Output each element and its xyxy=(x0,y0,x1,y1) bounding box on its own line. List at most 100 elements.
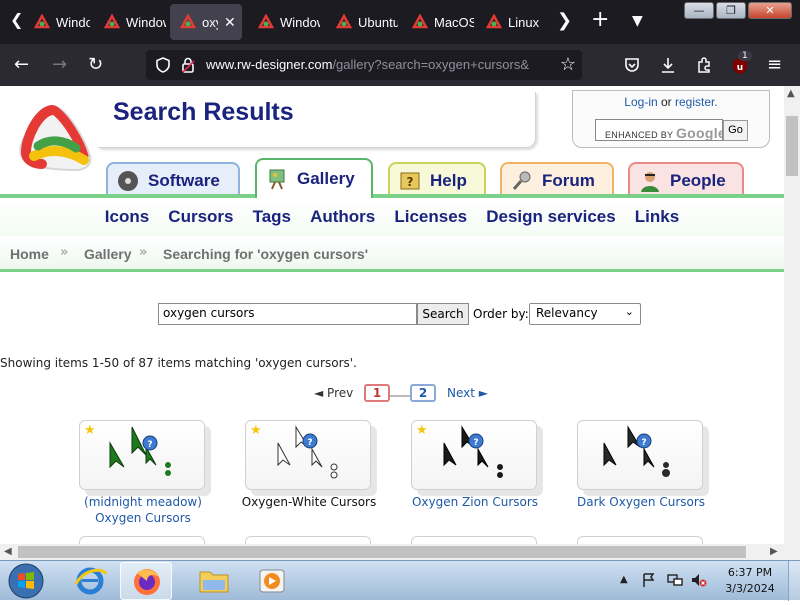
tab-title: Windows xyxy=(126,14,166,30)
taskbar-firefox[interactable] xyxy=(120,562,172,600)
help-book-icon: ? xyxy=(400,172,420,190)
tab-strip: ❮ Windows Windows oxygen ✕ Windows Ubunt… xyxy=(0,0,800,44)
google-search-input[interactable]: ENHANCED BY Google xyxy=(595,119,723,141)
results-summary: Showing items 1-50 of 87 items matching … xyxy=(0,356,357,370)
rw-designer-logo[interactable] xyxy=(14,98,98,178)
horizontal-scroll-thumb[interactable] xyxy=(18,546,746,558)
gallery-item-title[interactable]: Oxygen-White Cursors xyxy=(239,494,379,510)
subnav-cursors[interactable]: Cursors xyxy=(168,207,233,227)
close-tab-icon[interactable]: ✕ xyxy=(224,14,236,31)
maximize-button[interactable]: ❐ xyxy=(716,2,746,19)
gallery-item-card-partial[interactable] xyxy=(411,536,537,544)
address-bar[interactable]: www.rw-designer.com/gallery?search=oxyge… xyxy=(146,50,582,80)
vertical-scrollbar[interactable]: ▲ xyxy=(784,86,800,544)
order-by-select[interactable]: Relevancy ⌄ xyxy=(529,303,641,325)
lock-icon[interactable] xyxy=(180,56,196,74)
subnav-icons[interactable]: Icons xyxy=(105,207,149,227)
action-center-flag-icon[interactable] xyxy=(641,572,657,588)
subnav-licenses[interactable]: Licenses xyxy=(394,207,467,227)
gallery-item-title[interactable]: (midnight meadow) Oxygen Cursors xyxy=(73,494,213,526)
back-arrow-icon[interactable]: ← xyxy=(14,54,29,75)
rw-favicon-icon xyxy=(486,14,502,29)
windows-start-icon[interactable] xyxy=(6,562,46,600)
tab-forum[interactable]: Forum xyxy=(500,162,614,198)
reload-icon[interactable]: ↻ xyxy=(88,54,103,75)
register-link[interactable]: register. xyxy=(675,95,718,109)
gallery-search-input[interactable]: oxygen cursors xyxy=(158,303,417,325)
new-tab-icon[interactable]: + xyxy=(591,7,609,32)
tab-gallery[interactable]: Gallery xyxy=(255,158,373,198)
google-go-button[interactable]: Go xyxy=(723,120,748,141)
close-window-button[interactable]: ✕ xyxy=(748,2,792,19)
taskbar-media-player[interactable] xyxy=(246,562,298,600)
gallery-item-card[interactable]: ★ ? Oxygen-White Cursors xyxy=(242,420,395,520)
subnav-design-services[interactable]: Design services xyxy=(486,207,615,227)
login-link[interactable]: Log-in xyxy=(624,95,657,109)
search-button[interactable]: Search xyxy=(417,303,469,325)
minimize-button[interactable]: — xyxy=(684,2,714,19)
gallery-item-title[interactable]: Oxygen Zion Cursors xyxy=(405,494,545,510)
cursor-preview-frame[interactable]: ★ ? xyxy=(411,420,537,490)
browser-tab[interactable]: Linux xyxy=(476,4,542,40)
tab-scroll-left-icon[interactable]: ❮ xyxy=(10,10,23,29)
browser-tab-active[interactable]: oxygen ✕ xyxy=(170,4,242,40)
system-clock[interactable]: 6:37 PM 3/3/2024 xyxy=(722,565,778,597)
scroll-right-icon[interactable]: ▶ xyxy=(770,546,778,557)
gallery-item-card[interactable]: ★ ? (midnight meadow) Oxygen Cursors xyxy=(79,420,229,525)
tab-scroll-right-icon[interactable]: ❯ xyxy=(557,10,572,31)
taskbar-file-explorer[interactable] xyxy=(188,562,240,600)
svg-text:?: ? xyxy=(641,438,646,448)
gallery-item-card-partial[interactable] xyxy=(245,536,371,544)
prev-page-link[interactable]: ◄ Prev xyxy=(314,386,353,400)
cursor-preview-image: ? xyxy=(109,426,171,476)
horizontal-scrollbar[interactable]: ◀ ▶ xyxy=(0,544,800,560)
network-icon[interactable] xyxy=(666,572,684,588)
subnav-authors[interactable]: Authors xyxy=(310,207,375,227)
taskbar-internet-explorer[interactable] xyxy=(64,562,116,600)
downloads-icon[interactable] xyxy=(659,56,677,74)
vertical-scroll-thumb[interactable] xyxy=(786,116,798,176)
subnav-links[interactable]: Links xyxy=(635,207,679,227)
scroll-left-icon[interactable]: ◀ xyxy=(4,546,12,557)
volume-muted-icon[interactable] xyxy=(690,572,708,588)
cursor-preview-frame[interactable]: ★ ? xyxy=(245,420,371,490)
cursor-preview-frame[interactable]: ★ ? xyxy=(79,420,205,490)
browser-tab[interactable]: Windows xyxy=(24,4,90,40)
tab-software[interactable]: Software xyxy=(106,162,240,198)
gallery-item-title[interactable]: Dark Oxygen Cursors xyxy=(571,494,711,510)
rw-favicon-icon xyxy=(258,14,274,29)
forward-arrow-icon[interactable]: → xyxy=(52,54,67,75)
browser-tab[interactable]: MacOS xyxy=(402,4,474,40)
browser-tab[interactable]: Windows xyxy=(248,4,320,40)
url-text[interactable]: www.rw-designer.com/gallery?search=oxyge… xyxy=(206,57,550,72)
tab-people[interactable]: People xyxy=(628,162,744,198)
subnav-tags[interactable]: Tags xyxy=(253,207,291,227)
folder-icon xyxy=(199,571,229,593)
gallery-item-card-partial[interactable] xyxy=(79,536,205,544)
hamburger-menu-icon[interactable]: ≡ xyxy=(767,54,782,75)
pocket-icon[interactable] xyxy=(623,56,641,74)
scroll-up-icon[interactable]: ▲ xyxy=(787,88,795,99)
breadcrumb-current: Searching for 'oxygen cursors' xyxy=(163,246,369,262)
gallery-item-card[interactable]: ★ ? Oxygen Zion Cursors xyxy=(411,420,561,520)
tab-label: Help xyxy=(430,171,467,190)
login-links: Log-in or register. xyxy=(573,95,769,109)
gallery-item-card[interactable]: ? Dark Oxygen Cursors xyxy=(577,420,727,520)
gallery-item-card-partial[interactable] xyxy=(577,536,703,544)
tracking-shield-icon[interactable] xyxy=(154,56,172,74)
breadcrumb-home[interactable]: Home xyxy=(10,246,49,262)
list-tabs-chevron-down-icon[interactable]: ▼ xyxy=(632,13,643,29)
featured-star-icon: ★ xyxy=(250,423,262,438)
bookmark-star-icon[interactable]: ☆ xyxy=(560,54,576,75)
page-2-link[interactable]: 2 xyxy=(410,384,436,402)
extensions-puzzle-icon[interactable] xyxy=(695,56,713,74)
cursor-preview-frame[interactable]: ? xyxy=(577,420,703,490)
browser-tab[interactable]: Windows xyxy=(94,4,166,40)
breadcrumb-gallery[interactable]: Gallery xyxy=(84,246,131,262)
next-page-link[interactable]: Next ► xyxy=(447,386,488,400)
browser-tab[interactable]: Ubuntu xyxy=(326,4,398,40)
tab-help[interactable]: ? Help xyxy=(388,162,486,198)
show-hidden-icons-icon[interactable]: ▲ xyxy=(620,574,628,585)
tab-title: Ubuntu xyxy=(358,14,398,30)
show-desktop-button[interactable] xyxy=(788,561,800,601)
